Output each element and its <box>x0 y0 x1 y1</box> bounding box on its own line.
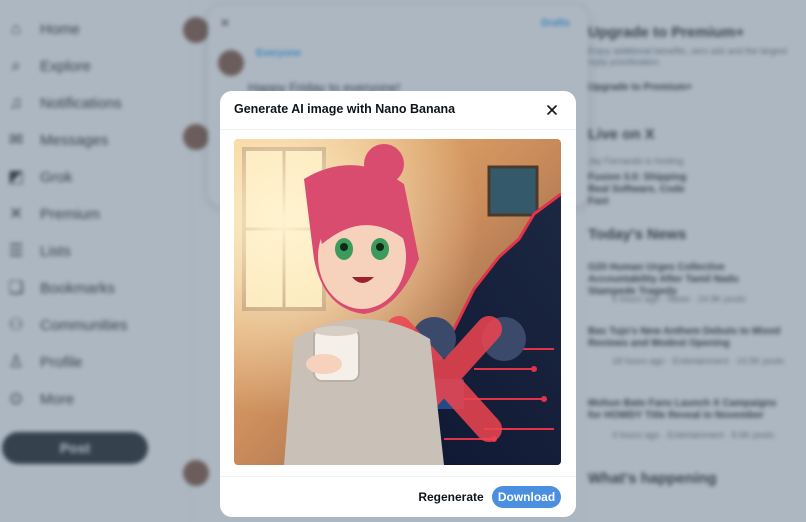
regenerate-button[interactable]: Regenerate <box>416 487 486 507</box>
generate-image-dialog: Generate AI image with Nano Banana Regen… <box>220 91 576 517</box>
generated-image-illustration <box>234 139 561 465</box>
generated-image <box>234 139 561 465</box>
download-button[interactable]: Download <box>492 486 561 508</box>
divider <box>220 129 576 130</box>
dialog-title: Generate AI image with Nano Banana <box>234 102 456 116</box>
divider <box>220 476 576 477</box>
close-icon[interactable] <box>542 100 562 120</box>
